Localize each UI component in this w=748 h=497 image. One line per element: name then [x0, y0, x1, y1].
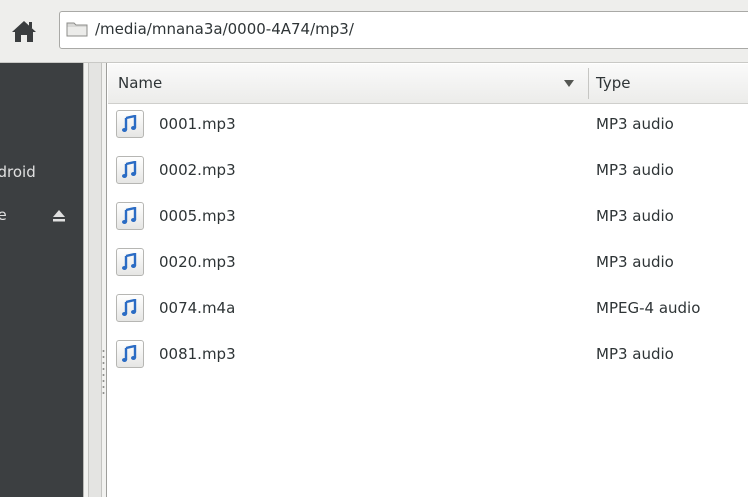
- file-type: MP3 audio: [596, 345, 674, 363]
- pane-divider[interactable]: [83, 63, 107, 497]
- file-name: 0020.mp3: [159, 253, 236, 271]
- sidebar-item-android[interactable]: ndroid: [0, 163, 36, 181]
- file-type: MP3 audio: [596, 253, 674, 271]
- location-bar[interactable]: /media/mnana3a/0000-4A74/mp3/: [59, 11, 748, 49]
- audio-file-icon: [116, 156, 144, 184]
- folder-icon: [66, 21, 88, 37]
- file-row[interactable]: 0002.mp3 MP3 audio: [108, 151, 748, 197]
- sidebar-item-phone[interactable]: ne: [0, 206, 7, 224]
- audio-file-icon: [116, 248, 144, 276]
- audio-file-icon: [116, 202, 144, 230]
- file-row[interactable]: 0081.mp3 MP3 audio: [108, 335, 748, 381]
- file-type: MP3 audio: [596, 161, 674, 179]
- file-row[interactable]: 0074.m4a MPEG-4 audio: [108, 289, 748, 335]
- column-header: Name Type: [108, 64, 748, 104]
- column-header-name[interactable]: Name: [118, 74, 162, 92]
- eject-icon[interactable]: [52, 208, 66, 222]
- location-path: /media/mnana3a/0000-4A74/mp3/: [95, 20, 354, 38]
- file-row[interactable]: 0005.mp3 MP3 audio: [108, 197, 748, 243]
- file-name: 0074.m4a: [159, 299, 236, 317]
- file-row[interactable]: 0001.mp3 MP3 audio: [108, 105, 748, 151]
- file-name: 0002.mp3: [159, 161, 236, 179]
- sort-descending-icon[interactable]: [564, 80, 574, 87]
- file-type: MP3 audio: [596, 207, 674, 225]
- file-name: 0001.mp3: [159, 115, 236, 133]
- file-name: 0081.mp3: [159, 345, 236, 363]
- audio-file-icon: [116, 110, 144, 138]
- column-separator[interactable]: [588, 68, 589, 99]
- file-row[interactable]: 0020.mp3 MP3 audio: [108, 243, 748, 289]
- sidebar: ndroid ne: [0, 63, 83, 497]
- file-type: MPEG-4 audio: [596, 299, 701, 317]
- audio-file-icon: [116, 340, 144, 368]
- sidebar-scrollbar[interactable]: [88, 63, 102, 497]
- toolbar: /media/mnana3a/0000-4A74/mp3/: [0, 0, 748, 63]
- resize-grip-icon[interactable]: [102, 349, 105, 395]
- home-icon[interactable]: [11, 19, 37, 43]
- column-header-type[interactable]: Type: [596, 74, 630, 92]
- audio-file-icon: [116, 294, 144, 322]
- file-name: 0005.mp3: [159, 207, 236, 225]
- file-type: MP3 audio: [596, 115, 674, 133]
